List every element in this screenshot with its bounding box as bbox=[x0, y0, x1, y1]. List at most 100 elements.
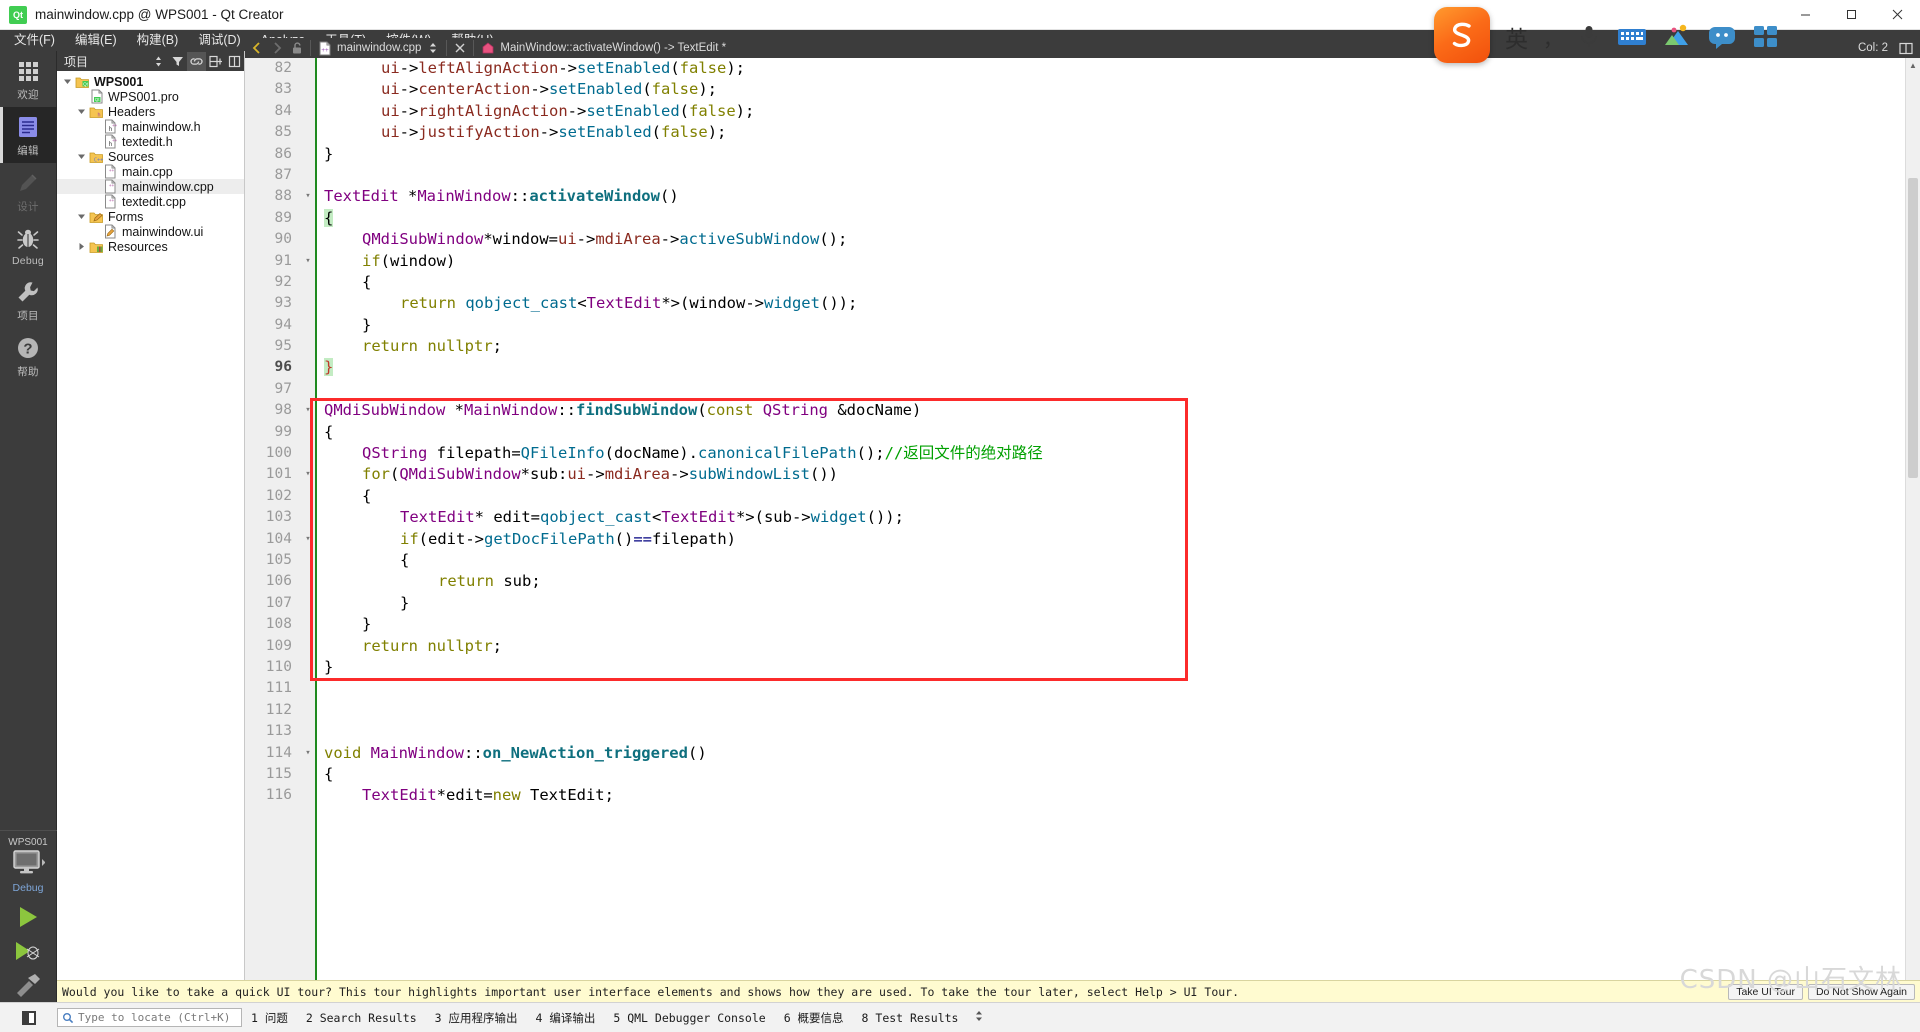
funnel-icon[interactable] bbox=[168, 52, 187, 71]
code-line[interactable]: 91 ▾ if(window) bbox=[245, 251, 1905, 272]
debug-button[interactable] bbox=[0, 934, 57, 968]
tree-item-Forms[interactable]: Forms bbox=[57, 209, 244, 224]
tree-item-mainwindow.ui[interactable]: mainwindow.ui bbox=[57, 224, 244, 239]
code-line[interactable]: 112 bbox=[245, 700, 1905, 721]
output-pane-updown-icon[interactable] bbox=[967, 1009, 991, 1026]
scroll-up-arrow[interactable]: ▲ bbox=[1906, 58, 1920, 73]
back-icon[interactable] bbox=[247, 38, 267, 58]
fold-marker[interactable]: ▾ bbox=[302, 251, 314, 272]
tree-item-WPS001.pro[interactable]: Qt WPS001.pro bbox=[57, 89, 244, 104]
sort-icon[interactable] bbox=[149, 52, 168, 71]
tree-item-mainwindow.h[interactable]: h ++ mainwindow.h bbox=[57, 119, 244, 134]
code-line[interactable]: 90 QMdiSubWindow*window=ui->mdiArea->acti… bbox=[245, 229, 1905, 250]
code-line[interactable]: 99 { bbox=[245, 422, 1905, 443]
forward-icon[interactable] bbox=[267, 38, 287, 58]
code-line[interactable]: 111 bbox=[245, 678, 1905, 699]
code-line[interactable]: 103 TextEdit* edit=qobject_cast<TextEdit*… bbox=[245, 507, 1905, 528]
expander-right-icon[interactable] bbox=[75, 242, 88, 251]
menu-item-3[interactable]: 构建(B) bbox=[127, 30, 189, 51]
expander-down-icon[interactable] bbox=[75, 152, 88, 161]
fold-marker[interactable]: ▾ bbox=[302, 529, 314, 550]
code-line[interactable]: 109 return nullptr; bbox=[245, 636, 1905, 657]
close-icon[interactable] bbox=[450, 38, 470, 58]
code-line[interactable]: 98 ▾ QMdiSubWindow *MainWindow::findSubWin… bbox=[245, 400, 1905, 421]
code-line[interactable]: 82 ui->leftAlignAction->setEnabled(false)… bbox=[245, 58, 1905, 79]
code-line[interactable]: 101 ▾ for(QMdiSubWindow*sub:ui->mdiArea->s… bbox=[245, 464, 1905, 485]
code-line[interactable]: 86} bbox=[245, 144, 1905, 165]
code-line[interactable]: 85 ui->justifyAction->setEnabled(false); bbox=[245, 122, 1905, 143]
code-line[interactable]: 106 return sub; bbox=[245, 571, 1905, 592]
kit-selector[interactable]: WPS001 Debug bbox=[0, 830, 57, 894]
scroll-thumb[interactable] bbox=[1908, 178, 1918, 478]
fold-marker[interactable]: ▾ bbox=[302, 464, 314, 485]
code-line[interactable]: 115 { bbox=[245, 764, 1905, 785]
microphone-icon[interactable] bbox=[1576, 23, 1602, 51]
output-tab-Test Results[interactable]: 8 Test Results bbox=[853, 1011, 968, 1025]
output-tab-概要信息[interactable]: 6 概要信息 bbox=[775, 1010, 853, 1026]
mode-button-欢迎[interactable]: 欢迎 bbox=[0, 51, 57, 107]
emoji-icon[interactable] bbox=[1707, 24, 1737, 50]
mode-button-设计[interactable]: 设计 bbox=[0, 163, 57, 219]
menu-item-2[interactable]: 编辑(E) bbox=[65, 30, 127, 51]
expander-down-icon[interactable] bbox=[75, 107, 88, 116]
open-file-combo[interactable]: ++ mainwindow.cpp bbox=[314, 38, 423, 58]
output-tab-QML Debugger Console[interactable]: 5 QML Debugger Console bbox=[604, 1011, 774, 1025]
editor-vertical-scrollbar[interactable]: ▲ ▼ bbox=[1905, 58, 1920, 1002]
code-line[interactable]: 89 { bbox=[245, 208, 1905, 229]
fold-marker[interactable]: ▾ bbox=[302, 400, 314, 421]
close-pane-icon[interactable] bbox=[225, 52, 244, 71]
menu-item-4[interactable]: 调试(D) bbox=[188, 30, 250, 51]
code-line[interactable]: 96} bbox=[245, 357, 1905, 378]
link-icon[interactable] bbox=[187, 51, 206, 71]
code-line[interactable]: 114 ▾ void MainWindow::on_NewAction_trigge… bbox=[245, 743, 1905, 764]
output-tab-问题[interactable]: 1 问题 bbox=[242, 1010, 297, 1026]
code-line[interactable]: 94} bbox=[245, 315, 1905, 336]
run-button[interactable] bbox=[0, 900, 57, 934]
output-tab-编译输出[interactable]: 4 编译输出 bbox=[527, 1010, 605, 1026]
ime-mode-button[interactable]: 英 bbox=[1505, 20, 1528, 54]
code-line[interactable]: 107} bbox=[245, 593, 1905, 614]
code-line[interactable]: 110} bbox=[245, 657, 1905, 678]
output-tab-应用程序输出[interactable]: 3 应用程序输出 bbox=[426, 1010, 527, 1026]
menu-item-1[interactable]: 文件(F) bbox=[4, 30, 65, 51]
split-icon[interactable] bbox=[206, 52, 225, 71]
tree-item-Headers[interactable]: h Headers bbox=[57, 104, 244, 119]
close-button[interactable] bbox=[1874, 0, 1920, 30]
expander-down-icon[interactable] bbox=[61, 77, 74, 86]
symbol-combo[interactable]: MainWindow::activateWindow() -> TextEdit… bbox=[477, 38, 728, 58]
code-line[interactable]: 116 TextEdit*edit=new TextEdit; bbox=[245, 785, 1905, 806]
code-line[interactable]: 92 { bbox=[245, 272, 1905, 293]
code-line[interactable]: 93 return qobject_cast<TextEdit*>(window-… bbox=[245, 293, 1905, 314]
output-tab-Search Results[interactable]: 2 Search Results bbox=[297, 1011, 426, 1025]
mode-button-编辑[interactable]: 编辑 bbox=[0, 107, 57, 163]
code-line[interactable]: 87 bbox=[245, 165, 1905, 186]
code-line[interactable]: 83 ui->centerAction->setEnabled(false); bbox=[245, 79, 1905, 100]
code-line[interactable]: 84 ui->rightAlignAction->setEnabled(false… bbox=[245, 101, 1905, 122]
split-editor-icon[interactable] bbox=[1896, 38, 1916, 58]
do-not-show-again-button[interactable]: Do Not Show Again bbox=[1807, 983, 1915, 1000]
code-line[interactable]: 88 ▾ TextEdit *MainWindow::activateWindow(… bbox=[245, 186, 1905, 207]
tree-item-main.cpp[interactable]: ++ main.cpp bbox=[57, 164, 244, 179]
code-line[interactable]: 104 ▾ if(edit->getDocFilePath()==filepath) bbox=[245, 529, 1905, 550]
mode-button-帮助[interactable]: ? 帮助 bbox=[0, 328, 57, 384]
mode-button-Debug[interactable]: Debug bbox=[0, 219, 57, 272]
take-ui-tour-button[interactable]: Take UI Tour bbox=[1728, 983, 1803, 1000]
code-lines[interactable]: 82 ui->leftAlignAction->setEnabled(false)… bbox=[245, 58, 1905, 1002]
code-line[interactable]: 105 { bbox=[245, 550, 1905, 571]
code-line[interactable]: 102 { bbox=[245, 486, 1905, 507]
updown-icon[interactable] bbox=[423, 38, 443, 58]
code-line[interactable]: 100 QString filepath=QFileInfo(docName).c… bbox=[245, 443, 1905, 464]
locator-input[interactable]: Type to locate (Ctrl+K) bbox=[57, 1008, 242, 1027]
tree-item-textedit.h[interactable]: h ++ textedit.h bbox=[57, 134, 244, 149]
maximize-button[interactable] bbox=[1828, 0, 1874, 30]
unlocked-icon[interactable] bbox=[287, 38, 307, 58]
output-pane-toggle[interactable] bbox=[0, 1010, 57, 1025]
code-editor[interactable]: 82 ui->leftAlignAction->setEnabled(false)… bbox=[245, 58, 1920, 1002]
expander-down-icon[interactable] bbox=[75, 212, 88, 221]
tree-item-Resources[interactable]: Resources bbox=[57, 239, 244, 254]
mode-button-项目[interactable]: 项目 bbox=[0, 272, 57, 328]
ime-punctuation-button[interactable]: ， bbox=[1543, 23, 1563, 52]
code-line[interactable]: 95 return nullptr; bbox=[245, 336, 1905, 357]
fold-marker[interactable]: ▾ bbox=[302, 743, 314, 764]
sogou-input-logo[interactable] bbox=[1434, 7, 1490, 63]
